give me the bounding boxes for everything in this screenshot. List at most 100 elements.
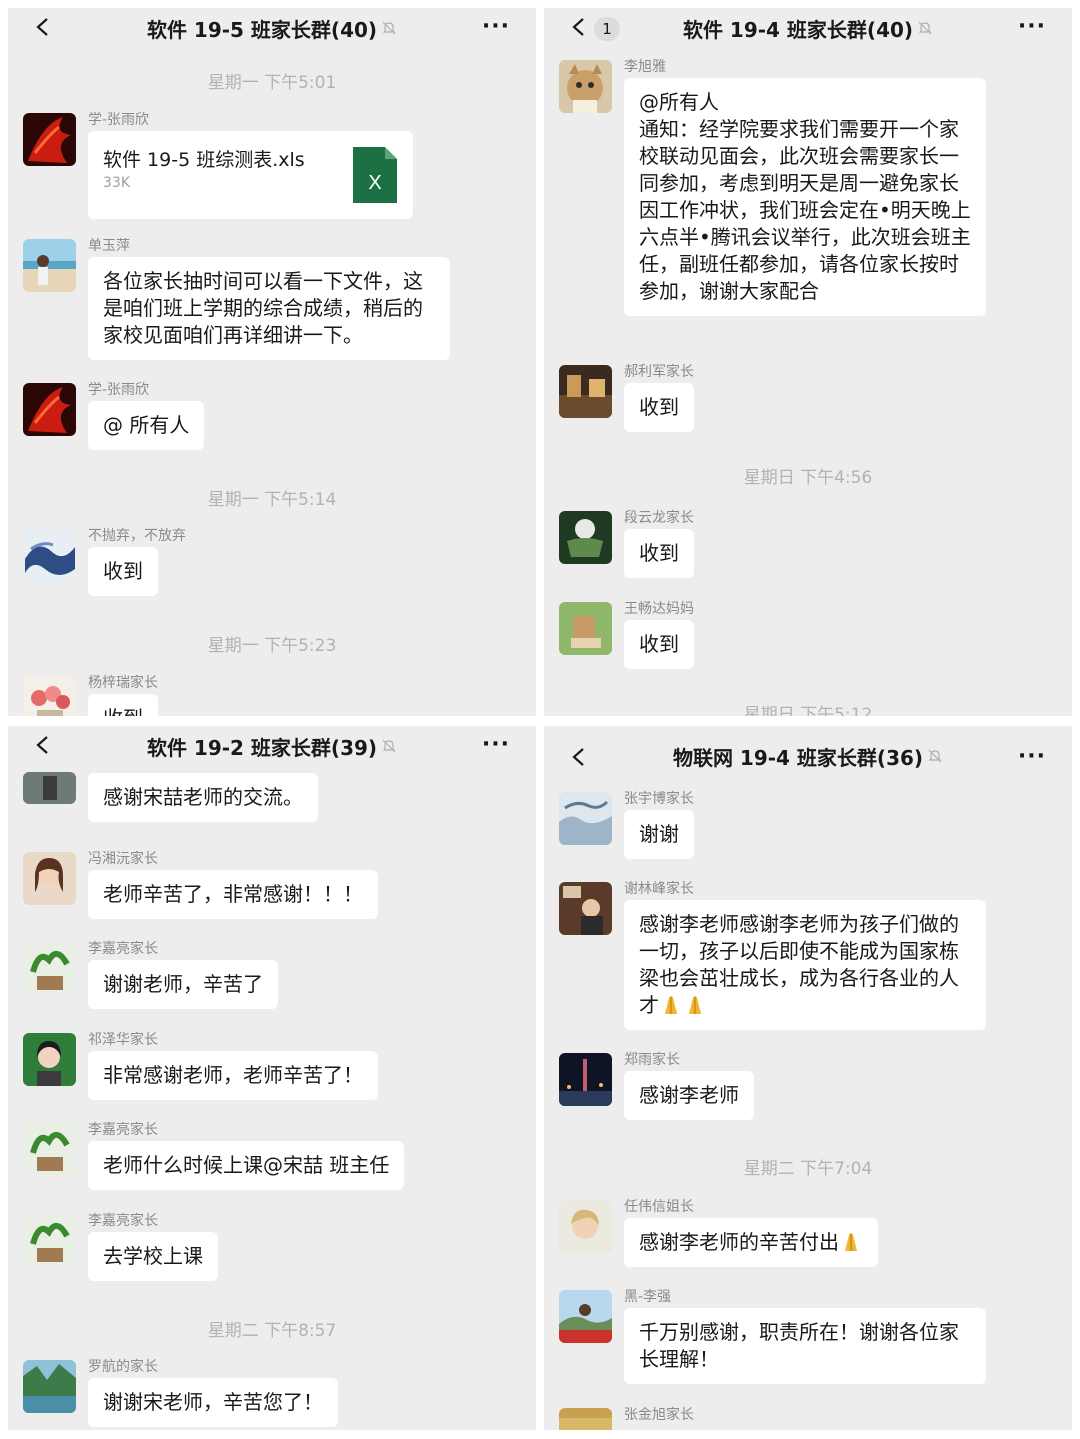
avatar[interactable] — [23, 529, 76, 582]
sender-name: 不抛弃，不放弃 — [88, 528, 186, 544]
more-dots-icon[interactable]: ··· — [1018, 14, 1046, 39]
sender-name: 单玉萍 — [88, 238, 130, 254]
folded-hands-emoji — [689, 996, 701, 1014]
avatar[interactable] — [559, 1200, 612, 1253]
sender-name: 李嘉亮家长 — [88, 941, 158, 957]
chevron-left-icon[interactable] — [32, 16, 54, 38]
avatar[interactable] — [23, 113, 76, 166]
timestamp: 星期二 下午8:57 — [207, 1321, 337, 1341]
chat-window-software-19-5: 星期一 下午5:01 学-张雨欣 软件 19-5 班综测表.xls 33K X … — [8, 8, 536, 716]
message-bubble[interactable]: @ 所有人 — [88, 401, 205, 450]
sender-name: 郝利军家长 — [624, 364, 694, 380]
sender-name: 谢林峰家长 — [624, 881, 694, 897]
avatar[interactable] — [559, 1053, 612, 1106]
sender-name: 李旭雅 — [624, 59, 666, 75]
avatar[interactable] — [23, 1214, 76, 1267]
sender-name: 杨梓瑞家长 — [88, 675, 158, 691]
avatar[interactable] — [23, 1033, 76, 1086]
avatar[interactable] — [559, 365, 612, 418]
message-bubble[interactable]: 各位家长抽时间可以看一下文件，这是咱们班上学期的综合成绩，稍后的家校见面咱们再详… — [88, 257, 450, 360]
message-text: 感谢李老师的辛苦付出 — [639, 1230, 839, 1254]
chat-header: 物联网 19-4 班家长群(36) ··· — [544, 726, 1072, 770]
timestamp: 星期二 下午7:04 — [743, 1159, 873, 1179]
message-list[interactable]: 星期一 下午5:01 学-张雨欣 软件 19-5 班综测表.xls 33K X … — [8, 8, 536, 716]
chevron-left-icon[interactable] — [32, 734, 54, 756]
sender-name: 黑-李强 — [624, 1289, 672, 1305]
chat-header: 1 软件 19-4 班家长群(40) ··· — [544, 8, 1072, 48]
timestamp: 星期日 下午5:12 — [743, 705, 873, 716]
bell-off-icon — [382, 21, 396, 35]
sender-name: 王畅达妈妈 — [624, 601, 694, 617]
avatar[interactable] — [559, 1290, 612, 1343]
file-size: 33K — [103, 175, 130, 191]
folded-hands-emoji — [665, 996, 677, 1014]
message-bubble[interactable]: 收到 — [88, 547, 158, 596]
chat-header: 软件 19-2 班家长群(39) ··· — [8, 726, 536, 766]
message-bubble[interactable]: @所有人 通知：经学院要求我们需要开一个家校联动见面会，此次班会需要家长一同参加… — [624, 78, 986, 316]
file-message[interactable]: 软件 19-5 班综测表.xls 33K X — [88, 131, 413, 219]
timestamp: 星期一 下午5:14 — [207, 490, 337, 510]
bell-off-icon — [928, 749, 942, 763]
avatar[interactable] — [559, 882, 612, 935]
svg-text:X: X — [368, 172, 381, 194]
chat-window-software-19-4: 李旭雅 @所有人 通知：经学院要求我们需要开一个家校联动见面会，此次班会需要家长… — [544, 8, 1072, 716]
more-dots-icon[interactable]: ··· — [482, 732, 510, 757]
message-bubble[interactable]: 谢谢老师，辛苦了 — [88, 960, 278, 1009]
sender-name: 李嘉亮家长 — [88, 1122, 158, 1138]
sender-name: 郑雨家长 — [624, 1052, 680, 1068]
message-list[interactable]: 感谢宋喆老师的交流。 冯湘沅家长 老师辛苦了，非常感谢！！！ 李嘉亮家长 谢谢老… — [8, 726, 536, 1430]
chat-title: 软件 19-4 班家长群(40) — [682, 17, 914, 42]
bell-off-icon — [918, 21, 932, 35]
message-bubble[interactable]: 收到 — [88, 694, 158, 716]
more-dots-icon[interactable]: ··· — [482, 14, 510, 39]
timestamp: 星期一 下午5:01 — [207, 73, 337, 93]
message-bubble[interactable]: 感谢李老师 — [624, 1071, 754, 1120]
unread-count-badge[interactable]: 1 — [594, 17, 620, 41]
avatar[interactable] — [559, 792, 612, 845]
message-list[interactable]: 李旭雅 @所有人 通知：经学院要求我们需要开一个家校联动见面会，此次班会需要家长… — [544, 8, 1072, 716]
file-name: 软件 19-5 班综测表.xls — [103, 149, 305, 171]
avatar[interactable] — [23, 239, 76, 292]
message-bubble[interactable]: 千万别感谢，职责所在！谢谢各位家长理解！ — [624, 1308, 986, 1384]
message-bubble[interactable]: 谢谢宋老师，辛苦您了！ — [88, 1378, 338, 1427]
message-list[interactable]: 张宇博家长 谢谢 谢林峰家长 感谢李老师感谢李老师为孩子们做的一切，孩子以后即使… — [544, 726, 1072, 1430]
message-bubble[interactable]: 感谢李老师感谢李老师为孩子们做的一切，孩子以后即使不能成为国家栋梁也会茁壮成长，… — [624, 900, 986, 1030]
chevron-left-icon[interactable] — [568, 16, 590, 38]
sender-name: 祁泽华家长 — [88, 1032, 158, 1048]
timestamp: 星期日 下午4:56 — [743, 468, 873, 488]
folded-hands-emoji — [845, 1233, 857, 1251]
more-dots-icon[interactable]: ··· — [1018, 744, 1046, 769]
avatar[interactable] — [23, 676, 76, 716]
sender-name: 学-张雨欣 — [88, 112, 150, 128]
avatar[interactable] — [23, 852, 76, 905]
sender-name: 冯湘沅家长 — [88, 851, 158, 867]
sender-name: 李嘉亮家长 — [88, 1213, 158, 1229]
message-bubble[interactable]: 老师什么时候上课@宋喆 班主任 — [88, 1141, 405, 1190]
message-bubble[interactable]: 去学校上课 — [88, 1232, 218, 1281]
avatar[interactable] — [559, 511, 612, 564]
message-bubble[interactable]: 老师辛苦了，非常感谢！！！ — [88, 870, 378, 919]
message-bubble[interactable]: 感谢李老师的辛苦付出 — [624, 1218, 878, 1267]
sender-name: 任伟信姐长 — [624, 1199, 694, 1215]
chat-title: 物联网 19-4 班家长群(36) — [672, 745, 924, 770]
sender-name: 张宇博家长 — [624, 791, 694, 807]
chat-title: 软件 19-5 班家长群(40) — [146, 17, 378, 42]
message-bubble[interactable]: 收到 — [624, 529, 694, 578]
chat-header: 软件 19-5 班家长群(40) ··· — [8, 8, 536, 48]
avatar[interactable] — [23, 383, 76, 436]
message-bubble[interactable]: 收到 — [624, 383, 694, 432]
message-bubble[interactable]: 非常感谢老师，老师辛苦了！ — [88, 1051, 378, 1100]
avatar[interactable] — [23, 942, 76, 995]
avatar[interactable] — [559, 60, 612, 113]
chat-window-iot-19-4: 张宇博家长 谢谢 谢林峰家长 感谢李老师感谢李老师为孩子们做的一切，孩子以后即使… — [544, 726, 1072, 1430]
avatar[interactable] — [23, 1360, 76, 1413]
message-bubble[interactable]: 感谢宋喆老师的交流。 — [88, 773, 318, 822]
message-bubble[interactable]: 谢谢 — [624, 810, 694, 859]
chat-window-software-19-2: 感谢宋喆老师的交流。 冯湘沅家长 老师辛苦了，非常感谢！！！ 李嘉亮家长 谢谢老… — [8, 726, 536, 1430]
avatar[interactable] — [23, 1123, 76, 1176]
avatar[interactable] — [559, 1408, 612, 1430]
avatar[interactable] — [23, 772, 76, 804]
chevron-left-icon[interactable] — [568, 746, 590, 768]
avatar[interactable] — [559, 602, 612, 655]
message-bubble[interactable]: 收到 — [624, 620, 694, 669]
